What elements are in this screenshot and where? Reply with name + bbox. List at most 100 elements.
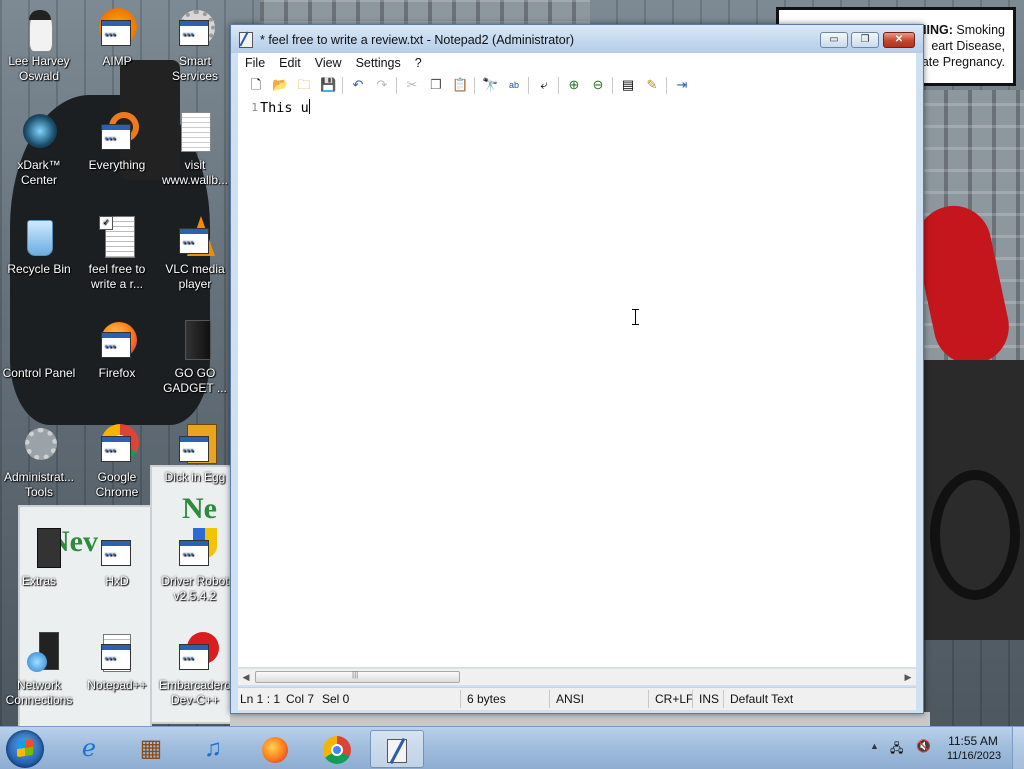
desktop-icon-everything[interactable]: Everything (78, 112, 156, 173)
clock-date[interactable]: 11/16/2023 (944, 750, 1004, 762)
menu-file[interactable]: File (238, 56, 272, 70)
cut-icon[interactable]: ✂ (404, 77, 420, 93)
toolbar: 🗋 📂 🗀 💾 ↶ ↷ ✂ ❐ 📋 🔭 ab ⤶ ⊕ ⊖ ▤ ✎ ⇥ (238, 73, 916, 98)
control-panel-icon (17, 320, 61, 364)
desktop-icon-aimp[interactable]: AIMP (78, 8, 156, 69)
egg-app-icon (173, 424, 217, 468)
horizontal-scrollbar[interactable]: ◀ ▶ (238, 668, 916, 685)
notepad2-taskbar-icon[interactable] (370, 730, 424, 768)
document-icon (173, 112, 217, 156)
chrome-icon (95, 424, 139, 468)
desktop-icon-go-go-gadget[interactable]: GO GO GADGET ... (156, 320, 234, 396)
desktop-icon-embarcadero-dev-cpp[interactable]: Embarcadero Dev-C++ (156, 632, 234, 708)
copy-icon[interactable]: ❐ (428, 77, 444, 93)
scheme-icon[interactable]: ▤ (620, 77, 636, 93)
desktop-icon-administrative-tools[interactable]: Administrat... Tools (0, 424, 78, 500)
customize-scheme-icon[interactable]: ✎ (644, 77, 660, 93)
find-icon[interactable]: 🔭 (482, 77, 498, 93)
notepad-plus-icon (95, 632, 139, 676)
notepad2-icon (239, 32, 253, 48)
desktop-icon-firefox[interactable]: Firefox (78, 320, 156, 381)
zoom-in-icon[interactable]: ⊕ (566, 77, 582, 93)
shield-icon (173, 528, 217, 572)
volume-muted-icon[interactable]: 🔇 (916, 739, 934, 755)
status-column: Col 7 (286, 692, 315, 706)
maximize-button[interactable]: ❐ (851, 32, 879, 48)
scroll-right-icon[interactable]: ▶ (900, 669, 916, 685)
save-icon[interactable]: 💾 (320, 77, 336, 93)
show-hidden-icons-icon[interactable]: ▲ (870, 741, 879, 751)
menu-settings[interactable]: Settings (349, 56, 408, 70)
chrome-taskbar-icon[interactable] (310, 730, 364, 768)
show-desktop-button[interactable] (1012, 727, 1024, 769)
status-scheme[interactable]: Default Text (730, 692, 793, 706)
browse-icon[interactable]: 🗀 (296, 77, 312, 93)
desktop-icon-dick-in-egg[interactable]: Dick in Egg (156, 424, 234, 485)
start-button[interactable] (6, 730, 44, 768)
aimp-icon (95, 8, 139, 52)
taskbar: ℯ ▦ ♫ ▲ 🖧 🔇 11:55 AM 11/16/2023 (0, 726, 1024, 769)
desktop-icon-lee-harvey-oswald[interactable]: Lee Harvey Oswald (0, 8, 78, 84)
internet-explorer-icon[interactable]: ℯ (62, 730, 116, 768)
scrollbar-thumb[interactable] (255, 670, 460, 683)
exit-icon[interactable]: ⇥ (674, 77, 690, 93)
editor-text[interactable]: This u (260, 99, 310, 116)
menu-view[interactable]: View (308, 56, 349, 70)
desktop-icon-control-panel[interactable]: Control Panel (0, 320, 78, 381)
status-size: 6 bytes (467, 692, 506, 706)
desktop-icon-visit-wallb[interactable]: visit www.wallb... (156, 112, 234, 188)
clock-time[interactable]: 11:55 AM (948, 734, 998, 748)
network-tray-icon[interactable]: 🖧 (890, 739, 906, 755)
status-encoding[interactable]: ANSI (556, 692, 584, 706)
folder-icon (17, 528, 61, 572)
status-selection: Sel 0 (322, 692, 350, 706)
redo-icon[interactable]: ↷ (374, 77, 390, 93)
desktop-icon-xdark-center[interactable]: xDark™ Center (0, 112, 78, 188)
line-number: 1 (251, 101, 258, 114)
desktop-icon-driver-robot[interactable]: Driver Robot v2.5.4.2 (156, 528, 234, 604)
text-file-icon: ✓ (95, 216, 139, 260)
desktop-icon-recycle-bin[interactable]: Recycle Bin (0, 216, 78, 277)
menu-bar: File Edit View Settings ? (238, 53, 916, 73)
window-title: * feel free to write a review.txt - Note… (260, 33, 575, 47)
desktop-icon-smart-services[interactable]: Smart Services (156, 8, 234, 84)
gear-icon (173, 8, 217, 52)
minimize-button[interactable]: ▭ (820, 32, 848, 48)
firefox-icon (95, 320, 139, 364)
desktop-icon-google-chrome[interactable]: Google Chrome (78, 424, 156, 500)
status-line-endings[interactable]: CR+LF (655, 692, 693, 706)
title-bar[interactable]: * feel free to write a review.txt - Note… (231, 25, 923, 53)
desktop-icon-review-txt[interactable]: ✓ feel free to write a r... (78, 216, 156, 292)
network-icon (17, 632, 61, 676)
xdark-icon (17, 112, 61, 156)
paste-icon[interactable]: 📋 (452, 77, 468, 93)
zoom-out-icon[interactable]: ⊖ (590, 77, 606, 93)
desktop-icon-extras[interactable]: Extras (0, 528, 78, 589)
menu-help[interactable]: ? (408, 56, 429, 70)
new-file-icon[interactable]: 🗋 (248, 77, 264, 93)
notepad2-window[interactable]: * feel free to write a review.txt - Note… (230, 24, 924, 714)
desktop-icon-hxd[interactable]: HxD (78, 528, 156, 589)
desktop-icon-network-connections[interactable]: Network Connections (0, 632, 78, 708)
open-folder-icon[interactable]: 📂 (272, 77, 288, 93)
status-bar: Ln 1 : 1 Col 7 Sel 0 6 bytes ANSI CR+LF … (238, 687, 916, 710)
close-button[interactable]: ✕ (883, 32, 915, 48)
text-editor[interactable]: 1 This u (238, 97, 916, 667)
undo-icon[interactable]: ↶ (350, 77, 366, 93)
doll-icon (17, 8, 61, 52)
firefox-taskbar-icon[interactable] (248, 730, 302, 768)
status-line: Ln 1 : 1 (240, 692, 281, 706)
desktop-icon-vlc[interactable]: VLC media player (156, 216, 234, 292)
library-icon[interactable]: ▦ (124, 730, 178, 768)
text-caret (308, 99, 310, 114)
ibeam-cursor-icon (631, 309, 640, 325)
vlc-cone-icon (173, 216, 217, 260)
word-wrap-icon[interactable]: ⤶ (536, 77, 552, 93)
status-insert-mode[interactable]: INS (699, 692, 719, 706)
menu-edit[interactable]: Edit (272, 56, 308, 70)
dev-cpp-icon (173, 632, 219, 676)
desktop-icon-notepad-plus-plus[interactable]: Notepad++ (78, 632, 156, 693)
music-player-icon[interactable]: ♫ (186, 730, 240, 768)
scroll-left-icon[interactable]: ◀ (238, 669, 254, 685)
replace-icon[interactable]: ab (506, 77, 522, 93)
